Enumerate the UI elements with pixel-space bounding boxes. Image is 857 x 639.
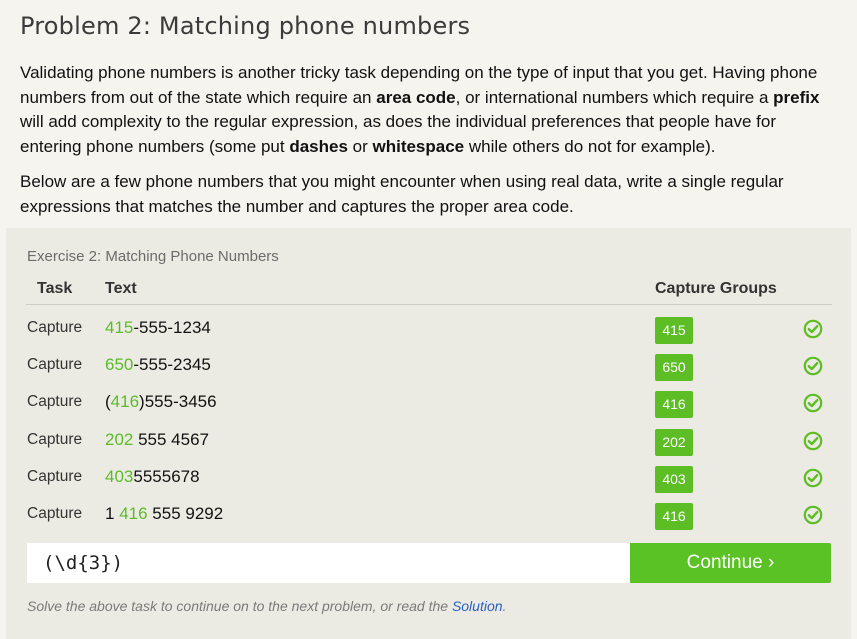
intro-text: while others do not for example). [464, 136, 716, 156]
task-label: Capture [27, 431, 83, 448]
check-circle-icon [803, 468, 823, 488]
matched-area-code: 416 [119, 504, 148, 523]
check-circle-icon [803, 505, 823, 525]
capture-group-badge: 415 [655, 317, 693, 344]
matched-area-code: 415 [105, 318, 134, 337]
column-header-text: Text [105, 280, 137, 297]
matched-area-code: 416 [110, 392, 140, 411]
intro-bold-whitespace: whitespace [372, 136, 465, 156]
matched-area-code: 202 [105, 430, 134, 449]
regex-input[interactable] [27, 543, 630, 583]
phone-text-suffix: 555 9292 [147, 504, 224, 523]
check-circle-icon [803, 393, 823, 413]
phone-number-text: (416)555-3456 [105, 392, 217, 412]
intro-text: or [347, 136, 373, 156]
phone-text-prefix: 1 [105, 504, 120, 523]
task-label: Capture [27, 319, 83, 336]
phone-number-text: 4035555678 [105, 467, 200, 487]
phone-text-suffix: 5555678 [133, 467, 200, 486]
phone-number-text: 650-555-2345 [105, 355, 211, 375]
column-header-task: Task [37, 280, 73, 297]
phone-number-text: 202 555 4567 [105, 430, 209, 450]
continue-button[interactable]: Continue › [630, 543, 831, 583]
table-row: Capture 1 416 555 9292 416 [6, 502, 851, 539]
header-divider [26, 304, 832, 305]
matched-area-code: 650 [105, 355, 134, 374]
capture-group-badge: 202 [655, 429, 693, 456]
intro-bold-prefix: prefix [773, 87, 820, 107]
table-row: Capture 4035555678 403 [6, 465, 851, 502]
check-circle-icon [803, 319, 823, 339]
page-title: Problem 2: Matching phone numbers [20, 12, 471, 40]
table-row: Capture 415-555-1234 415 [6, 316, 851, 353]
footnote: Solve the above task to continue on to t… [27, 598, 506, 614]
capture-group-badge: 403 [655, 466, 693, 493]
phone-number-text: 415-555-1234 [105, 318, 211, 338]
intro-text: , or international numbers which require… [455, 87, 774, 107]
check-circle-icon [803, 431, 823, 451]
intro-paragraph: Validating phone numbers is another tric… [20, 61, 840, 159]
capture-group-badge: 650 [655, 354, 693, 381]
task-label: Capture [27, 356, 83, 373]
capture-group-badge: 416 [655, 503, 693, 530]
task-label: Capture [27, 505, 83, 522]
capture-group-badge: 416 [655, 391, 693, 418]
check-circle-icon [803, 356, 823, 376]
intro-bold-area-code: area code [376, 87, 456, 107]
phone-text-suffix: -555-1234 [133, 318, 211, 337]
footnote-end: . [502, 598, 507, 614]
exercise-title: Exercise 2: Matching Phone Numbers [27, 248, 279, 265]
lesson-page: Problem 2: Matching phone numbers Valida… [0, 0, 857, 639]
phone-number-text: 1 416 555 9292 [105, 504, 223, 524]
table-row: Capture (416)555-3456 416 [6, 390, 851, 427]
phone-text-suffix: -555-2345 [133, 355, 211, 374]
column-header-capture-groups: Capture Groups [655, 280, 777, 297]
table-row: Capture 202 555 4567 202 [6, 428, 851, 465]
footnote-text: Solve the above task to continue on to t… [27, 598, 452, 614]
phone-text-suffix: 555 4567 [133, 430, 210, 449]
instructions-paragraph: Below are a few phone numbers that you m… [20, 172, 784, 216]
task-label: Capture [27, 468, 83, 485]
exercise-panel: Exercise 2: Matching Phone Numbers Task … [6, 228, 851, 639]
task-label: Capture [27, 393, 83, 410]
table-row: Capture 650-555-2345 650 [6, 353, 851, 390]
solution-link[interactable]: Solution [452, 598, 503, 614]
phone-text-suffix: )555-3456 [139, 392, 217, 411]
matched-area-code: 403 [105, 467, 134, 486]
intro-bold-dashes: dashes [289, 136, 348, 156]
